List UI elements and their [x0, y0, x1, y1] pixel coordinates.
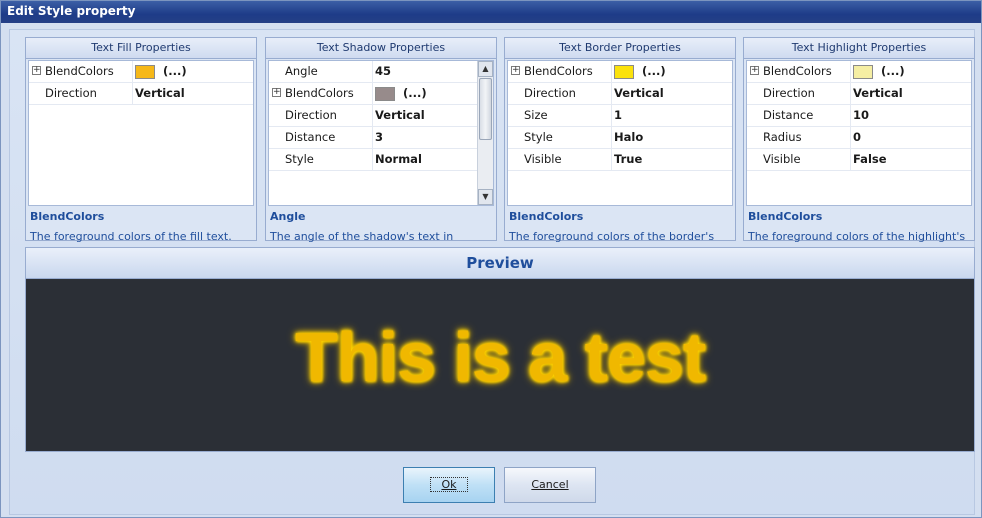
color-swatch	[853, 64, 873, 79]
color-swatch	[135, 64, 155, 79]
property-value[interactable]: Halo	[614, 127, 643, 148]
description-title: BlendColors	[509, 210, 584, 223]
property-name: Size	[508, 105, 612, 126]
property-value[interactable]: (...)	[853, 61, 905, 82]
ok-button[interactable]: Ok	[403, 467, 495, 503]
property-row-direction[interactable]: Direction Vertical	[269, 105, 493, 127]
property-grid[interactable]: + BlendColors (...) Direction Vertical	[28, 60, 254, 206]
property-row-style[interactable]: Style Halo	[508, 127, 732, 149]
cancel-button-label: Cancel	[531, 478, 569, 491]
property-value[interactable]: (...)	[375, 83, 427, 104]
text-border-properties-panel: Text Border Properties + BlendColors (..…	[504, 37, 736, 260]
property-value[interactable]: (...)	[614, 61, 666, 82]
property-name: BlendColors	[29, 61, 133, 82]
property-row-visible[interactable]: Visible False	[747, 149, 971, 171]
text-shadow-properties-panel: Text Shadow Properties Angle 45 + BlendC…	[265, 37, 497, 260]
property-value-text: (...)	[403, 86, 427, 100]
description-text: The foreground colors of the fill text.	[30, 230, 232, 243]
description-title: Angle	[270, 210, 306, 223]
property-value-text: (...)	[163, 64, 187, 78]
property-row-direction[interactable]: Direction Vertical	[29, 83, 253, 105]
property-value[interactable]: 3	[375, 127, 383, 148]
property-value[interactable]: Normal	[375, 149, 422, 170]
property-description: BlendColors The foreground colors of the…	[507, 208, 733, 260]
property-value[interactable]: False	[853, 149, 887, 170]
ok-button-label: Ok	[430, 477, 468, 492]
property-grid[interactable]: + BlendColors (...) Direction Vertical D…	[746, 60, 972, 206]
vertical-scrollbar[interactable]: ▲ ▼	[477, 61, 493, 205]
property-row-size[interactable]: Size 1	[508, 105, 732, 127]
property-row-blendcolors[interactable]: + BlendColors (...)	[747, 61, 971, 83]
property-value-text: (...)	[881, 64, 905, 78]
property-grid[interactable]: + BlendColors (...) Direction Vertical S…	[507, 60, 733, 206]
property-value[interactable]: True	[614, 149, 642, 170]
property-name: Style	[269, 149, 373, 170]
property-row-style[interactable]: Style Normal	[269, 149, 493, 171]
property-row-distance[interactable]: Distance 3	[269, 127, 493, 149]
property-value[interactable]: 1	[614, 105, 622, 126]
text-fill-properties-panel: Text Fill Properties + BlendColors (...)…	[25, 37, 257, 243]
preview-header: Preview	[26, 248, 974, 279]
property-value[interactable]: Vertical	[135, 83, 185, 104]
scroll-up-arrow-icon[interactable]: ▲	[478, 61, 493, 77]
description-title: BlendColors	[748, 210, 823, 223]
property-description: Angle The angle of the shadow's text in …	[268, 208, 494, 260]
property-name: Distance	[269, 127, 373, 148]
color-swatch	[375, 86, 395, 101]
property-name: Direction	[29, 83, 133, 104]
panel-header: Text Fill Properties	[26, 38, 256, 59]
property-row-radius[interactable]: Radius 0	[747, 127, 971, 149]
title-bar[interactable]: Edit Style property	[1, 1, 981, 23]
property-row-blendcolors[interactable]: + BlendColors (...)	[29, 61, 253, 83]
property-value[interactable]: Vertical	[375, 105, 425, 126]
property-description: BlendColors The foreground colors of the…	[746, 208, 972, 260]
property-value[interactable]: 45	[375, 61, 391, 82]
property-value[interactable]: (...)	[135, 61, 187, 82]
property-name: BlendColors	[269, 83, 373, 104]
description-title: BlendColors	[30, 210, 105, 223]
property-value[interactable]: Vertical	[614, 83, 664, 104]
text-highlight-properties-panel: Text Highlight Properties + BlendColors …	[743, 37, 975, 260]
panel-header: Text Border Properties	[505, 38, 735, 59]
property-name: BlendColors	[508, 61, 612, 82]
property-name: Direction	[269, 105, 373, 126]
scroll-down-arrow-icon[interactable]: ▼	[478, 189, 493, 205]
property-name: Visible	[747, 149, 851, 170]
panel-header: Text Highlight Properties	[744, 38, 974, 59]
property-description: BlendColors The foreground colors of the…	[28, 208, 254, 243]
property-name: Visible	[508, 149, 612, 170]
window-title: Edit Style property	[7, 4, 136, 18]
property-value[interactable]: 0	[853, 127, 861, 148]
panel-header: Text Shadow Properties	[266, 38, 496, 59]
property-value[interactable]: Vertical	[853, 83, 903, 104]
property-grid[interactable]: Angle 45 + BlendColors (...) Direction V…	[268, 60, 494, 206]
preview-sample-text: This is a test	[294, 318, 706, 396]
scroll-thumb[interactable]	[479, 78, 492, 140]
property-row-angle[interactable]: Angle 45	[269, 61, 493, 83]
edit-style-dialog: Edit Style property Text Fill Properties…	[0, 0, 982, 518]
property-row-visible[interactable]: Visible True	[508, 149, 732, 171]
property-row-direction[interactable]: Direction Vertical	[747, 83, 971, 105]
preview-canvas: This is a test	[26, 279, 974, 451]
preview-panel: Preview This is a test	[25, 247, 975, 452]
property-name: Distance	[747, 105, 851, 126]
property-name: Direction	[747, 83, 851, 104]
property-name: Direction	[508, 83, 612, 104]
property-value-text: (...)	[642, 64, 666, 78]
property-row-blendcolors[interactable]: + BlendColors (...)	[508, 61, 732, 83]
property-name: BlendColors	[747, 61, 851, 82]
property-row-distance[interactable]: Distance 10	[747, 105, 971, 127]
property-row-direction[interactable]: Direction Vertical	[508, 83, 732, 105]
color-swatch	[614, 64, 634, 79]
property-row-blendcolors[interactable]: + BlendColors (...)	[269, 83, 493, 105]
property-name: Style	[508, 127, 612, 148]
property-name: Angle	[269, 61, 373, 82]
property-name: Radius	[747, 127, 851, 148]
cancel-button[interactable]: Cancel	[504, 467, 596, 503]
property-value[interactable]: 10	[853, 105, 869, 126]
